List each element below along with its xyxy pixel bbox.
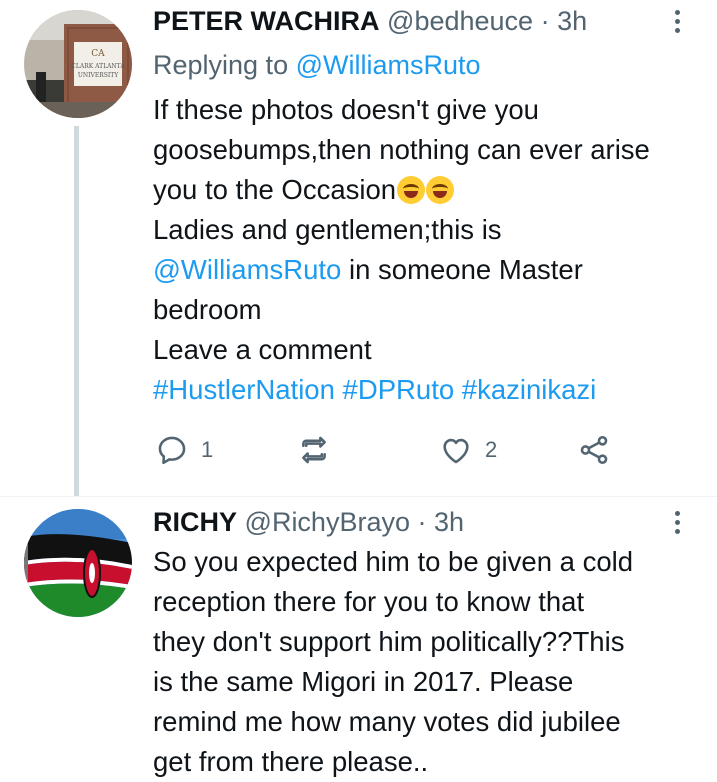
thread-line [74, 126, 79, 496]
user-handle[interactable]: @RichyBrayo [245, 507, 410, 537]
tweet-text-line: remind me how many votes did jubilee [153, 706, 621, 737]
tweet-text-line: goosebumps,then nothing can ever arise [153, 134, 650, 165]
like-button[interactable]: 2 [439, 430, 497, 470]
tweet[interactable]: RICHY @RichyBrayo · 3h So you expected h… [0, 497, 717, 781]
retweet-icon [302, 436, 326, 464]
tweet-text-line: Leave a comment [153, 334, 372, 365]
tweet-text-line: you to the Occasion [153, 170, 707, 210]
avatar[interactable]: CA CLARK ATLANTA UNIVERSITY [24, 10, 132, 118]
svg-text:CLARK ATLANTA: CLARK ATLANTA [71, 63, 125, 70]
hashtag-line: #HustlerNation #DPRuto #kazinikazi [153, 370, 707, 410]
tweet-text: So you expected him to be given a cold r… [153, 542, 707, 782]
kenya-flag-photo-icon [24, 509, 132, 617]
share-button[interactable] [577, 430, 611, 470]
tweet-text-line: If these photos doesn't give you [153, 94, 539, 125]
retweet-button[interactable] [297, 430, 331, 470]
user-handle[interactable]: @bedheuce [387, 6, 533, 36]
university-sign-photo-icon: CA CLARK ATLANTA UNIVERSITY [24, 10, 132, 118]
tweet-actions: 1 2 [153, 430, 623, 470]
tweet[interactable]: CA CLARK ATLANTA UNIVERSITY PETER WACHIR… [0, 0, 717, 496]
reply-button[interactable]: 1 [155, 430, 213, 470]
svg-text:UNIVERSITY: UNIVERSITY [78, 72, 119, 79]
timestamp[interactable]: 3h [434, 507, 464, 537]
tweet-text-line: get from there please.. [153, 746, 429, 777]
tweet-text-line: they don't support him politically??This [153, 626, 625, 657]
tweet-text-line: is the same Migori in 2017. Please [153, 666, 574, 697]
tweet-text-line: Ladies and gentlemen;this is [153, 214, 502, 245]
separator: · [540, 6, 550, 36]
reply-count: 1 [201, 437, 214, 462]
timestamp[interactable]: 3h [557, 6, 587, 36]
separator: · [417, 507, 427, 537]
like-count: 2 [485, 437, 498, 462]
tweet-header: PETER WACHIRA @bedheuce · 3h [153, 4, 657, 38]
display-name[interactable]: RICHY [153, 507, 237, 537]
share-icon [580, 435, 608, 465]
tweet-text-line: @WilliamsRuto in someone Master [153, 250, 707, 290]
replying-to: Replying to @WilliamsRuto [153, 45, 481, 85]
more-options-icon[interactable] [675, 10, 681, 37]
hashtag-link[interactable]: #kazinikazi [462, 374, 597, 405]
heart-icon [443, 438, 469, 464]
tweet-text-fragment: you to the Occasion [153, 174, 397, 205]
avatar[interactable] [24, 509, 132, 617]
more-options-icon[interactable] [675, 511, 681, 538]
tweet-text-fragment: in someone Master [341, 254, 583, 285]
svg-text:CA: CA [91, 49, 105, 59]
hashtag-link[interactable]: #HustlerNation [153, 374, 335, 405]
tweet-text-line: So you expected him to be given a cold [153, 546, 634, 577]
hashtag-link[interactable]: #DPRuto [343, 374, 455, 405]
laughing-emoji-icon [426, 176, 455, 204]
laughing-emoji-icon [397, 176, 426, 204]
tweet-header: RICHY @RichyBrayo · 3h [153, 505, 657, 539]
replying-to-label: Replying to [153, 50, 289, 80]
tweet-text-line: reception there for you to know that [153, 586, 585, 617]
tweet-text-line: bedroom [153, 294, 262, 325]
tweet-text: If these photos doesn't give you goosebu… [153, 90, 707, 410]
mention-link[interactable]: @WilliamsRuto [153, 254, 341, 285]
display-name[interactable]: PETER WACHIRA [153, 6, 380, 36]
replying-to-mention[interactable]: @WilliamsRuto [296, 50, 481, 80]
reply-icon [158, 436, 186, 465]
